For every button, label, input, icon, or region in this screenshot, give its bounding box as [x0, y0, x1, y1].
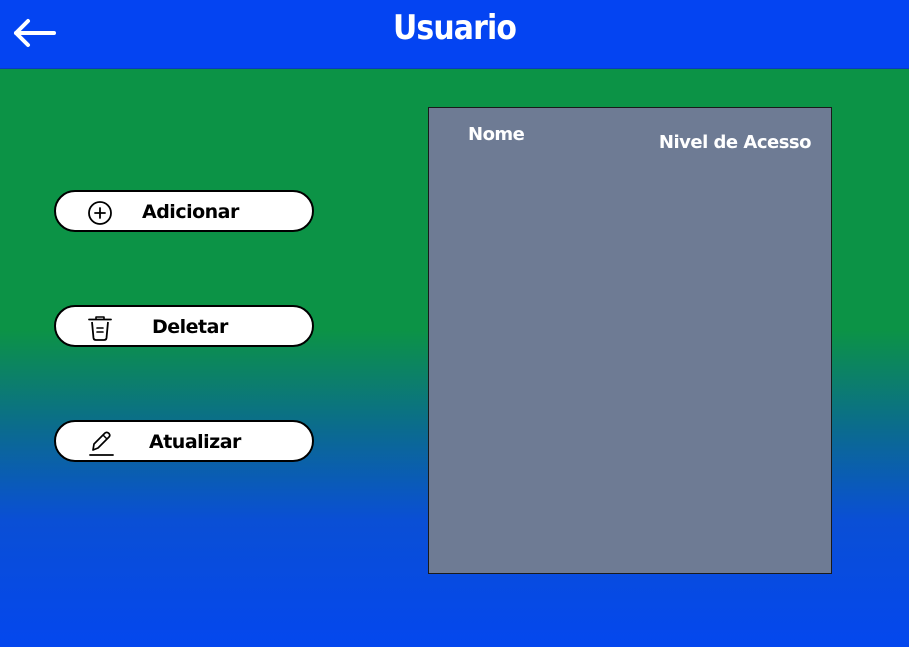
- column-header-nome[interactable]: Nome: [468, 124, 525, 145]
- app-window: Usuario Adicionar Deletar Atualizar Nome…: [0, 0, 909, 647]
- update-button-label: Atualizar: [149, 431, 241, 453]
- users-table[interactable]: Nome Nivel de Acesso: [428, 107, 832, 574]
- back-button[interactable]: [12, 16, 58, 50]
- pencil-icon: [89, 431, 114, 456]
- top-bar: Usuario: [0, 0, 909, 69]
- trash-icon: [88, 316, 112, 341]
- arrow-left-icon: [14, 19, 56, 47]
- delete-button[interactable]: Deletar: [54, 305, 314, 347]
- page-title: Usuario: [392, 8, 517, 48]
- add-button-label: Adicionar: [142, 201, 239, 223]
- add-button[interactable]: Adicionar: [54, 190, 314, 232]
- plus-circle-icon: [88, 201, 112, 225]
- column-header-nivel-de-acesso[interactable]: Nivel de Acesso: [659, 132, 812, 153]
- update-button[interactable]: Atualizar: [54, 420, 314, 462]
- delete-button-label: Deletar: [152, 316, 228, 338]
